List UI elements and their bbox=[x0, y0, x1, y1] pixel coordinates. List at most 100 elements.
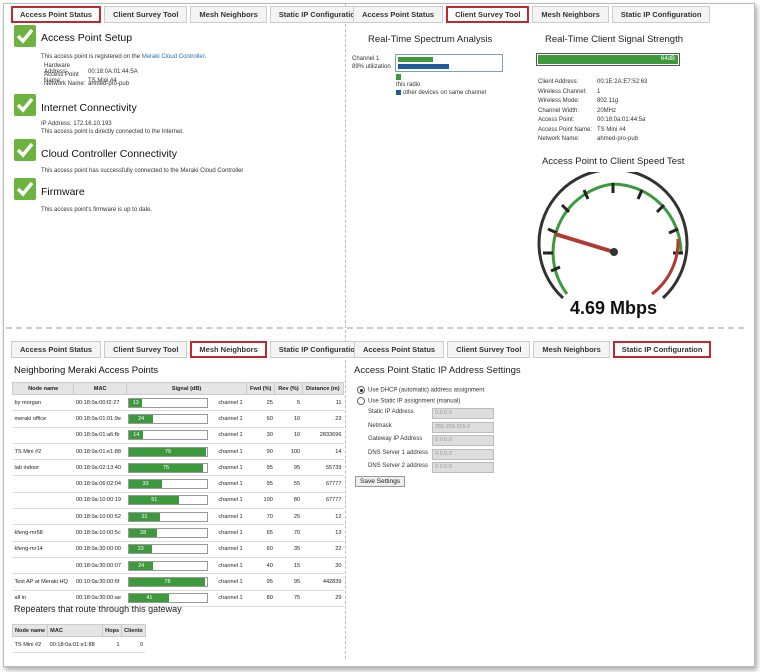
table-row: kfeng-mr58 00:18:0a:10:00:5c 28 channel 1 65… bbox=[12, 524, 344, 542]
tab-access-point-status[interactable]: Access Point Status bbox=[11, 6, 102, 23]
dhcp-option[interactable]: Use DHCP (automatic) address assignment bbox=[357, 386, 484, 394]
client-info-label: Access Point: bbox=[538, 117, 575, 123]
signal-bar-fill: 51 bbox=[129, 496, 180, 505]
node-name: kfeng-mr14 bbox=[12, 541, 74, 558]
signal-cell: 28 bbox=[126, 524, 217, 542]
tab-access-point-status[interactable]: Access Point Status bbox=[11, 341, 102, 358]
client-info-label: Channel Width: bbox=[538, 107, 580, 114]
field-input[interactable]: 255.255.255.0 bbox=[432, 421, 494, 433]
client-info-label: Network Name: bbox=[538, 136, 580, 142]
checkmark-icon bbox=[14, 178, 36, 200]
client-info-value: 00:1E:2A:E7:52:63 bbox=[597, 79, 648, 85]
client-info-list: Client Address: 00:1E:2A:E7:52:63 Wireless… bbox=[538, 79, 647, 146]
signal-bar: 14 bbox=[128, 430, 209, 441]
tab-mesh-neighbors[interactable]: Mesh Neighbors bbox=[533, 341, 610, 358]
table-header-row: Node name MAC Signal (dB) Fwd (%) Rev (%… bbox=[11, 382, 345, 395]
channel: channel 1 bbox=[216, 541, 247, 558]
table-row: 00:18:0a:01:a6:fb 14 channel 1 30 10 2833696 bbox=[12, 427, 344, 444]
field-label: DNS Server 2 address bbox=[368, 463, 429, 469]
speed-test-title: Access Point to Client Speed Test bbox=[542, 156, 685, 167]
distance: 442839 bbox=[302, 573, 344, 591]
table-row: kfeng-mr14 00:18:0a:30:00:00 23 channel 1 60… bbox=[12, 541, 344, 558]
table-row: lab indoor 00:18:0a:02:13:40 75 channel 1 95… bbox=[12, 459, 344, 477]
signal-bar-fill: 33 bbox=[129, 480, 162, 489]
node-name: TS Mini #2 bbox=[12, 443, 74, 461]
tab-mesh-neighbors[interactable]: Mesh Neighbors bbox=[190, 6, 267, 23]
tab-static-ip-configuration[interactable]: Static IP Configuration bbox=[611, 6, 711, 23]
tab-client-survey-tool[interactable]: Client Survey Tool bbox=[104, 341, 188, 358]
save-settings-button[interactable]: Save Settings bbox=[355, 476, 406, 487]
static-label: Use Static IP assignment (manual) bbox=[368, 398, 461, 405]
tab-mesh-neighbors[interactable]: Mesh Neighbors bbox=[532, 6, 609, 23]
distance: 23 bbox=[302, 410, 344, 428]
tab-access-point-status[interactable]: Access Point Status bbox=[353, 6, 444, 23]
distance: 29 bbox=[302, 590, 344, 607]
node-name bbox=[12, 427, 74, 444]
tab-mesh-neighbors[interactable]: Mesh Neighbors bbox=[190, 341, 267, 358]
signal-bar-fill: 41 bbox=[129, 594, 170, 603]
firmware-status-text: This access point's firmware is up to da… bbox=[41, 207, 153, 213]
tab-static-ip-configuration[interactable]: Static IP Configuration bbox=[612, 341, 712, 358]
node-name: meraki office bbox=[12, 410, 74, 428]
mesh-table-body: by morgan 00:18:0a:00:f2:27 13 channel 1 25 5… bbox=[12, 394, 344, 607]
legend-this-radio: this radio bbox=[396, 82, 421, 88]
signal-cell: 23 bbox=[126, 541, 217, 558]
distance: 13 bbox=[302, 524, 344, 542]
tab-client-survey-tool[interactable]: Client Survey Tool bbox=[104, 6, 188, 23]
spectrum-title: Real-Time Spectrum Analysis bbox=[368, 34, 493, 45]
client-info-row: Channel Width: 20MHz bbox=[538, 108, 647, 118]
fwd-percent: 95 bbox=[246, 475, 275, 493]
mac-address: 00:18:0a:10:00:19 bbox=[73, 492, 127, 510]
signal-bar: 41 bbox=[128, 593, 209, 604]
rep-node-name: TS Mini #2 bbox=[12, 636, 48, 654]
field-input[interactable]: 0.0.0.0 bbox=[432, 448, 494, 460]
col-signal: Signal (dB) bbox=[125, 382, 248, 395]
horizontal-divider bbox=[6, 327, 744, 329]
static-radio[interactable] bbox=[357, 397, 365, 405]
tab-client-survey-tool[interactable]: Client Survey Tool bbox=[446, 6, 530, 23]
client-info-label: Client Address: bbox=[538, 79, 579, 85]
signal-bar-fill: 13 bbox=[129, 398, 143, 407]
client-info-row: Access Point: 00:18:0a:01:44:5a bbox=[538, 117, 647, 127]
field-input[interactable]: 0.0.0.0 bbox=[432, 408, 494, 419]
node-name: kfeng-mr58 bbox=[12, 524, 74, 542]
signal-bar-fill: 31 bbox=[129, 512, 160, 521]
tab-client-survey-tool[interactable]: Client Survey Tool bbox=[447, 341, 531, 358]
signal-cell: 14 bbox=[126, 427, 217, 444]
client-info-value: 802.11g bbox=[597, 98, 619, 104]
registration-text: This access point is registered on the M… bbox=[41, 54, 207, 60]
col-node-name: Node name bbox=[11, 382, 75, 395]
mac-address: 00:18:0a:02:13:40 bbox=[73, 459, 127, 477]
channel: channel 1 bbox=[216, 508, 247, 526]
rev-percent: 95 bbox=[274, 573, 303, 591]
signal-bar-fill: 24 bbox=[129, 414, 153, 423]
field-input[interactable]: 0.0.0.0 bbox=[432, 435, 494, 446]
signal-cell: 79 bbox=[126, 443, 217, 461]
staticip-title: Access Point Static IP Address Settings bbox=[354, 365, 521, 376]
signal-bar-fill: 75 bbox=[129, 463, 203, 472]
tab-access-point-status[interactable]: Access Point Status bbox=[354, 341, 445, 358]
signal-bar: 23 bbox=[128, 544, 209, 555]
field-input[interactable]: 0.0.0.0 bbox=[432, 462, 494, 473]
mac-address: 00:18:0a:01:e1:88 bbox=[73, 443, 127, 461]
mesh-neighbors-table: Node name MAC Signal (dB) Fwd (%) Rev (%… bbox=[11, 382, 345, 607]
fwd-percent: 40 bbox=[246, 557, 275, 575]
node-name bbox=[12, 557, 74, 575]
rev-percent: 70 bbox=[274, 524, 303, 542]
signal-cell: 13 bbox=[126, 394, 217, 412]
legend-this-swatch bbox=[396, 74, 401, 80]
channel: channel 1 bbox=[216, 492, 247, 510]
client-info-row: Client Address: 00:1E:2A:E7:52:63 bbox=[538, 79, 647, 89]
static-option[interactable]: Use Static IP assignment (manual) bbox=[357, 397, 460, 405]
distance: 11 bbox=[302, 394, 344, 412]
mac-address: 00:18:0a:06:02:04 bbox=[73, 475, 127, 493]
vertical-divider bbox=[345, 4, 346, 659]
node-name bbox=[12, 492, 74, 510]
meraki-cloud-link[interactable]: Meraki Cloud Controller bbox=[142, 54, 205, 60]
rev-percent: 80 bbox=[274, 492, 303, 510]
dhcp-radio[interactable] bbox=[357, 386, 365, 394]
field-label: Static IP Address bbox=[368, 409, 414, 415]
fwd-percent: 25 bbox=[246, 394, 275, 412]
mac-address: 00:18:0a:30:00:00 bbox=[73, 541, 127, 558]
signal-bar: 75 bbox=[128, 462, 209, 473]
